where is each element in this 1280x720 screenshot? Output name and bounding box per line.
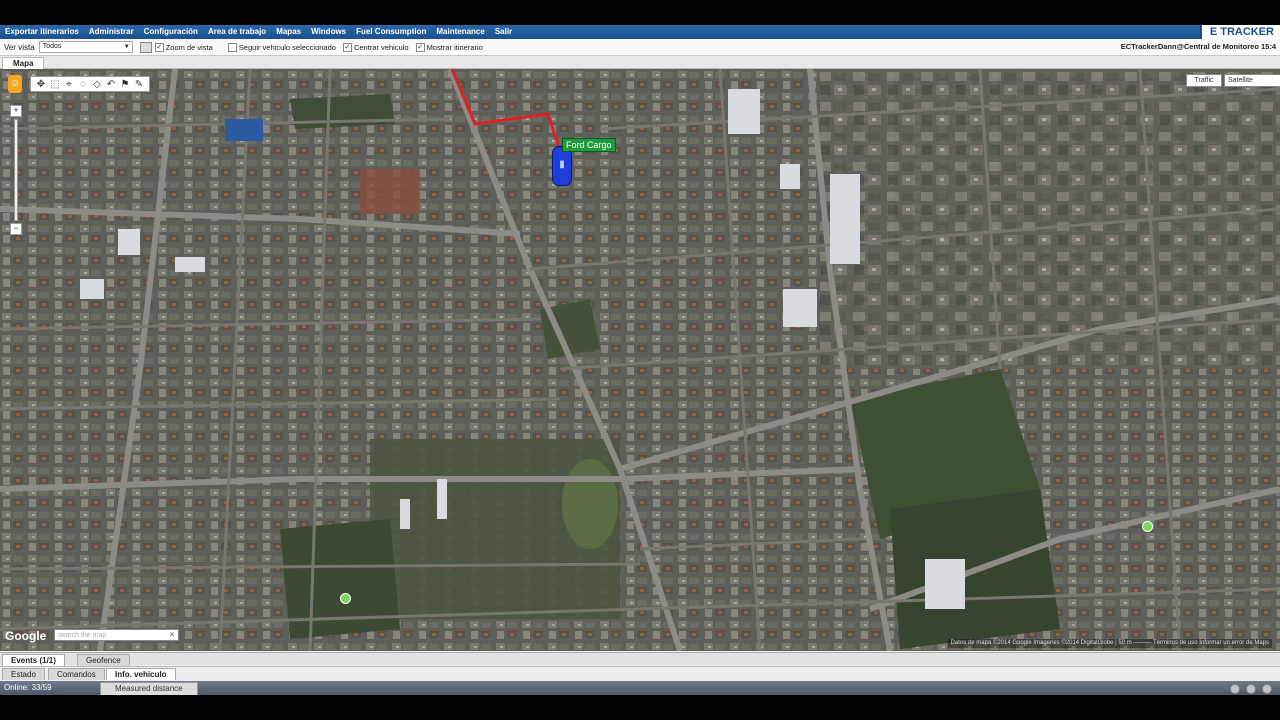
menu-area-de-trabajo[interactable]: Area de trabajo bbox=[203, 25, 271, 39]
close-icon[interactable]: ✕ bbox=[169, 630, 175, 642]
view-select[interactable]: Todos ▼ bbox=[38, 41, 133, 53]
menu-configuracion[interactable]: Configuración bbox=[139, 25, 203, 39]
center-vehicle-checkbox-box[interactable]: ✓ bbox=[342, 42, 352, 52]
map-search-placeholder: search the map bbox=[58, 632, 107, 639]
zoom-slider[interactable] bbox=[14, 119, 18, 221]
vehicle-car-icon[interactable]: ▮ bbox=[552, 146, 572, 186]
poi-tool-icon[interactable]: ⚑ bbox=[118, 79, 132, 90]
map-tab-bar: Mapa bbox=[0, 56, 1280, 69]
follow-vehicle-checkbox-label: Seguir vehiculo seleccionado bbox=[238, 42, 336, 52]
park-marker-icon[interactable] bbox=[340, 593, 351, 604]
google-logo: Google bbox=[5, 629, 47, 643]
follow-vehicle-checkbox[interactable]: Seguir vehiculo seleccionado bbox=[227, 42, 336, 52]
traffic-button[interactable]: Traffic bbox=[1186, 74, 1222, 87]
toolbar: Ver vista Todos ▼ ✓ Zoom de vista Seguir… bbox=[0, 39, 1280, 56]
refresh-icon[interactable] bbox=[1230, 684, 1240, 694]
show-itinerary-checkbox-box[interactable]: ✓ bbox=[415, 42, 425, 52]
info-icon[interactable] bbox=[1262, 684, 1272, 694]
tab-info-vehiculo[interactable]: Info. vehiculo bbox=[106, 668, 176, 680]
zoom-box-tool-icon[interactable]: ⬚ bbox=[48, 79, 62, 90]
satellite-map[interactable]: ☺ ✥ ⬚ ⌖ ◌ ◇ ↶ ⚑ ✎ + − Traffic Satellite … bbox=[0, 69, 1280, 651]
vehicle-tabs-panel: Estado Comandos Info. vehiculo bbox=[0, 666, 1280, 680]
view-select-value: Todos bbox=[42, 43, 62, 50]
menu-salir[interactable]: Salir bbox=[490, 25, 517, 39]
menu-fuel-consumption[interactable]: Fuel Consumption bbox=[351, 25, 431, 39]
park-marker-icon[interactable] bbox=[1142, 521, 1153, 532]
online-count: Online: 33/59 bbox=[4, 683, 52, 692]
zoom-checkbox-box[interactable]: ✓ bbox=[154, 42, 164, 52]
vehicle-label[interactable]: Ford Cargo bbox=[562, 138, 616, 152]
zoom-checkbox[interactable]: ✓ Zoom de vista bbox=[154, 42, 213, 52]
menu-mapas[interactable]: Mapas bbox=[271, 25, 306, 39]
menu-export-itineraries[interactable]: Exportar itinerarios bbox=[0, 25, 84, 39]
center-vehicle-checkbox[interactable]: ✓ Centrar vehiculo bbox=[342, 42, 409, 52]
map-type-select[interactable]: Satellite bbox=[1224, 74, 1280, 87]
center-vehicle-checkbox-label: Centrar vehiculo bbox=[353, 42, 409, 52]
printer-icon[interactable] bbox=[139, 41, 152, 53]
status-bar: Online: 33/59 Measured distance bbox=[0, 681, 1280, 695]
map-drawing-tools: ✥ ⬚ ⌖ ◌ ◇ ↶ ⚑ ✎ bbox=[30, 76, 150, 92]
zoom-checkbox-label: Zoom de vista bbox=[165, 42, 213, 52]
zoom-out-button[interactable]: − bbox=[10, 223, 22, 235]
tab-estado[interactable]: Estado bbox=[2, 668, 45, 680]
zoom-in-button[interactable]: + bbox=[10, 105, 22, 117]
pencil-tool-icon[interactable]: ✎ bbox=[132, 79, 146, 90]
measure-tool-icon[interactable]: ⌖ bbox=[62, 79, 76, 90]
menu-windows[interactable]: Windows bbox=[306, 25, 351, 39]
tab-comandos[interactable]: Comandos bbox=[48, 668, 105, 680]
pan-tool-icon[interactable]: ✥ bbox=[34, 79, 48, 90]
user-info: ECTrackerDann@Central de Monitoreo 15:4 bbox=[1120, 42, 1276, 51]
tab-geofence[interactable]: Geofence bbox=[77, 654, 130, 666]
tab-events[interactable]: Events (1/1) bbox=[2, 654, 65, 666]
menu-maintenance[interactable]: Maintenance bbox=[431, 25, 489, 39]
geofence-polygon-tool-icon[interactable]: ◇ bbox=[90, 79, 104, 90]
tracker-app: Exportar itinerarios Administrar Configu… bbox=[0, 25, 1280, 695]
satellite-imagery bbox=[0, 69, 1280, 651]
street-view-pegman-icon[interactable]: ☺ bbox=[8, 75, 22, 93]
route-tool-icon[interactable]: ↶ bbox=[104, 79, 118, 90]
brand-logo: E TRACKER bbox=[1199, 25, 1280, 39]
bottom-tabs-panel: Events (1/1) Geofence bbox=[0, 652, 1280, 666]
chevron-down-icon: ▼ bbox=[123, 44, 130, 50]
tab-mapa[interactable]: Mapa bbox=[2, 57, 45, 69]
menu-bar: Exportar itinerarios Administrar Configu… bbox=[0, 25, 1280, 39]
geofence-circle-tool-icon[interactable]: ◌ bbox=[76, 79, 90, 90]
settings-icon[interactable] bbox=[1246, 684, 1256, 694]
menu-administrar[interactable]: Administrar bbox=[84, 25, 139, 39]
measured-distance-button[interactable]: Measured distance bbox=[100, 682, 198, 695]
view-label: Ver vista bbox=[4, 42, 35, 52]
map-search-input[interactable]: search the map ✕ bbox=[54, 629, 179, 641]
show-itinerary-checkbox[interactable]: ✓ Mostrar itinerario bbox=[415, 42, 483, 52]
map-attribution: Datos de mapa ©2014 Google Imágenes ©201… bbox=[947, 639, 1272, 648]
follow-vehicle-checkbox-box[interactable] bbox=[227, 42, 237, 52]
zoom-control: + − bbox=[10, 105, 22, 235]
show-itinerary-checkbox-label: Mostrar itinerario bbox=[426, 42, 483, 52]
